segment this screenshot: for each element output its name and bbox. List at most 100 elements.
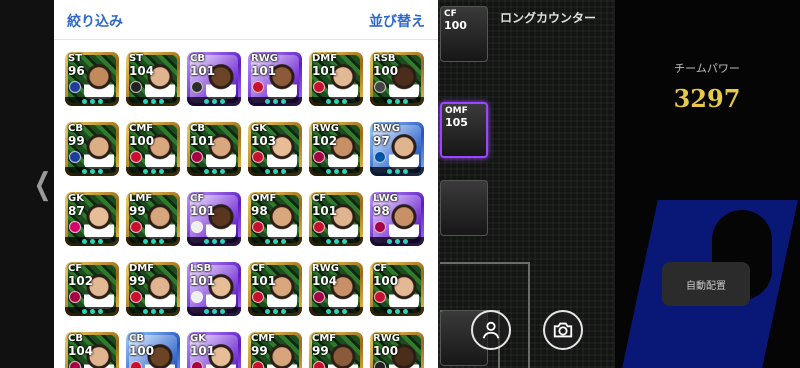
player-card[interactable]: RWG 104: [309, 262, 363, 316]
card-position: RWG: [373, 333, 400, 344]
player-portrait: [267, 203, 297, 239]
team-badge-icon: [252, 81, 264, 93]
skill-dot-icon: [325, 169, 331, 174]
team-badge-icon: [69, 221, 81, 233]
card-rating: 101: [190, 64, 216, 78]
pitch-player-card[interactable]: [440, 180, 488, 236]
card-position: RWG: [312, 123, 339, 134]
player-card[interactable]: CF 101: [248, 262, 302, 316]
player-card[interactable]: CF 101: [309, 192, 363, 246]
player-card[interactable]: LMF 99: [126, 192, 180, 246]
skill-dot-icon: [81, 239, 87, 244]
card-position: OMF: [445, 106, 468, 116]
team-badge-icon: [130, 221, 142, 233]
skill-dot-icon: [142, 239, 148, 244]
skill-dot-icon: [97, 169, 103, 174]
player-card[interactable]: RWG 97: [370, 122, 424, 176]
skill-dot-icon: [142, 309, 148, 314]
card-rating: 102: [312, 134, 338, 148]
pitch-player-card[interactable]: CF 100: [440, 6, 488, 62]
card-skill-dots: [126, 167, 180, 176]
skill-dot-icon: [81, 309, 87, 314]
skill-dot-icon: [142, 169, 148, 174]
team-badge-icon: [374, 291, 386, 303]
player-card[interactable]: ST 104: [126, 52, 180, 106]
card-rating: 100: [373, 274, 399, 288]
skill-dot-icon: [402, 99, 408, 104]
card-position: CF: [190, 193, 205, 204]
skill-dot-icon: [394, 169, 400, 174]
skill-dot-icon: [394, 99, 400, 104]
skill-dot-icon: [158, 239, 164, 244]
sort-button[interactable]: 並び替え: [369, 11, 425, 31]
player-card[interactable]: GK 87: [65, 192, 119, 246]
player-view-button[interactable]: [471, 310, 511, 350]
card-rating: 101: [312, 204, 338, 218]
player-card[interactable]: LSB 101: [187, 262, 241, 316]
player-card[interactable]: GK 101: [187, 332, 241, 368]
card-skill-dots: [248, 237, 302, 246]
skill-dot-icon: [333, 309, 339, 314]
skill-dot-icon: [402, 239, 408, 244]
player-card[interactable]: OMF 98: [248, 192, 302, 246]
player-card[interactable]: LWG 98: [370, 192, 424, 246]
player-card[interactable]: CF 101: [187, 192, 241, 246]
card-position: GK: [190, 333, 206, 344]
skill-dot-icon: [325, 239, 331, 244]
card-position: CB: [68, 333, 83, 344]
auto-assign-button[interactable]: 自動配置: [662, 262, 750, 306]
player-card[interactable]: DMF 99: [126, 262, 180, 316]
player-card[interactable]: CMF 99: [309, 332, 363, 368]
pitch-player-card[interactable]: OMF 105: [440, 102, 488, 158]
team-badge-icon: [374, 221, 386, 233]
panel-header: 絞り込み 並び替え: [54, 0, 438, 40]
filter-button[interactable]: 絞り込み: [67, 11, 123, 31]
player-card[interactable]: CF 102: [65, 262, 119, 316]
player-card[interactable]: CB 101: [187, 52, 241, 106]
player-card[interactable]: RWG 101: [248, 52, 302, 106]
card-rating: 104: [312, 274, 338, 288]
skill-dot-icon: [272, 169, 278, 174]
player-card[interactable]: GK 103: [248, 122, 302, 176]
player-card[interactable]: DMF 101: [309, 52, 363, 106]
skill-dot-icon: [386, 99, 392, 104]
card-rating: 99: [129, 204, 146, 218]
player-card[interactable]: CMF 100: [126, 122, 180, 176]
card-position: CMF: [312, 333, 337, 344]
card-skill-dots: [126, 97, 180, 106]
card-rating: 103: [251, 134, 277, 148]
player-card[interactable]: CB 100: [126, 332, 180, 368]
player-card[interactable]: CB 99: [65, 122, 119, 176]
player-card[interactable]: RWG 100: [370, 332, 424, 368]
player-card[interactable]: RWG 102: [309, 122, 363, 176]
card-rating: 104: [68, 344, 94, 358]
skill-dot-icon: [203, 239, 209, 244]
player-card[interactable]: CMF 99: [248, 332, 302, 368]
player-card[interactable]: CF 100: [370, 262, 424, 316]
card-skill-dots: [248, 167, 302, 176]
screenshot-button[interactable]: [543, 310, 583, 350]
player-card[interactable]: RSB 100: [370, 52, 424, 106]
team-badge-icon: [69, 361, 81, 368]
skill-dot-icon: [272, 99, 278, 104]
card-skill-dots: [126, 237, 180, 246]
skill-dot-icon: [386, 309, 392, 314]
skill-dot-icon: [264, 239, 270, 244]
skill-dot-icon: [158, 309, 164, 314]
player-portrait: [84, 203, 114, 239]
skill-dot-icon: [386, 169, 392, 174]
card-position: ST: [68, 53, 83, 64]
card-skill-dots: [370, 97, 424, 106]
player-card[interactable]: CB 104: [65, 332, 119, 368]
skill-dot-icon: [272, 309, 278, 314]
skill-dot-icon: [81, 99, 87, 104]
card-rating: 100: [129, 344, 155, 358]
player-card[interactable]: ST 96: [65, 52, 119, 106]
back-chevron-icon[interactable]: ❮: [34, 170, 52, 200]
skill-dot-icon: [89, 169, 95, 174]
card-rating: 101: [312, 64, 338, 78]
skill-dot-icon: [211, 169, 217, 174]
squad-screen: ❮ CF 100 OMF 105 ロングカウンター チームパワー 3297 自動…: [0, 0, 800, 368]
team-power-value: 3297: [673, 84, 741, 113]
player-card[interactable]: CB 101: [187, 122, 241, 176]
